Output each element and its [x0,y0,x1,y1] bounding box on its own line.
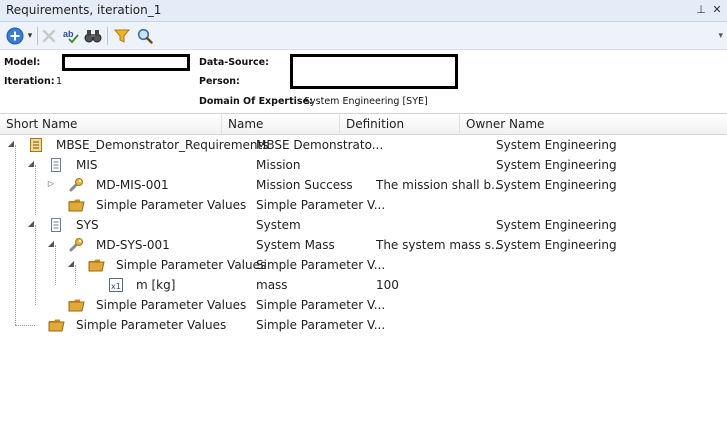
grid-header: Short Name Name Definition Owner Name [0,114,727,135]
datasource-person-value-redacted [290,54,458,89]
search-button[interactable] [135,26,155,46]
name-cell: Simple Parameter V... [256,298,386,312]
short-name-cell: m [kg] [136,278,176,292]
name-cell: MBSE Demonstrato... [256,138,384,152]
model-value-redacted [62,54,190,71]
table-row[interactable]: ◢ MBSE_Demonstrator_Requirements MBSE De… [0,135,727,155]
person-label: Person: [199,76,240,87]
table-row[interactable]: ◢ Simple Parameter Values Simple Paramet… [0,255,727,275]
definition-cell: The system mass s... [376,238,503,252]
filter-button[interactable] [112,26,132,46]
iteration-label: Iteration: [4,76,55,87]
short-name-cell: MD-SYS-001 [96,238,170,252]
table-row[interactable]: ◢ MD-SYS-001 System Mass The system mass… [0,235,727,255]
definition-cell: The mission shall b... [376,178,503,192]
expand-toggle-icon[interactable]: ◢ [26,159,36,169]
list-icon [48,157,66,173]
column-header-owner-name[interactable]: Owner Name [460,114,727,135]
add-dropdown-chevron-down-icon[interactable]: ▾ [25,26,35,46]
name-cell: Mission [256,158,301,172]
requirements-tree-grid: Short Name Name Definition Owner Name ◢ … [0,113,727,434]
short-name-cell: MD-MIS-001 [96,178,169,192]
delete-button[interactable] [40,26,58,46]
folder-icon [88,257,106,273]
folder-icon [48,317,66,333]
expand-toggle-icon[interactable]: ◢ [46,239,56,249]
toolbar: ▾ ab ▾ [0,22,727,50]
parameter-icon: x1 [108,277,126,293]
spellcheck-icon: ab [63,29,79,44]
collapse-toggle-icon[interactable]: ▷ [46,179,56,189]
svg-text:ab: ab [63,29,74,39]
wrench-icon [68,177,86,193]
expand-toggle-icon[interactable]: ◢ [26,219,36,229]
column-header-definition[interactable]: Definition [340,114,460,135]
filter-funnel-icon [114,29,130,43]
expand-toggle-icon[interactable]: ◢ [66,259,76,269]
name-cell: mass [256,278,288,292]
name-cell: System [256,218,301,232]
binoculars-icon [84,30,102,43]
table-row[interactable]: Simple Parameter Values Simple Parameter… [0,295,727,315]
toolbar-separator [107,27,108,45]
toolbar-overflow-chevron-down-icon[interactable]: ▾ [718,31,723,41]
table-row[interactable]: Simple Parameter Values Simple Parameter… [0,315,727,335]
model-label: Model: [4,57,41,68]
magnifier-icon [137,28,153,44]
document-icon [28,137,46,153]
table-row[interactable]: ▷ MD-MIS-001 Mission Success The mission… [0,175,727,195]
domain-label: Domain Of Expertise: [199,96,313,107]
svg-text:x1: x1 [111,282,121,291]
add-circle-icon [6,27,24,45]
find-button[interactable] [83,26,103,46]
add-button[interactable] [5,26,25,46]
short-name-cell: Simple Parameter Values [76,318,227,332]
domain-value: System Engineering [SYE] [304,96,428,107]
name-cell: System Mass [256,238,335,252]
column-header-name[interactable]: Name [222,114,340,135]
folder-icon [68,197,86,213]
spellcheck-button[interactable]: ab [61,26,81,46]
window-titlebar: Requirements, iteration_1 ⊥ ✕ [0,0,727,22]
owner-cell: System Engineering [496,218,617,232]
definition-cell: 100 [376,278,399,292]
table-row[interactable]: ◢ SYS System System Engineering [0,215,727,235]
owner-cell: System Engineering [496,238,617,252]
short-name-cell: SYS [76,218,99,232]
table-row[interactable]: x1 m [kg] mass 100 [0,275,727,295]
window-title: Requirements, iteration_1 [6,3,162,17]
datasource-label: Data-Source: [199,57,269,68]
name-cell: Simple Parameter V... [256,318,386,332]
pin-icon[interactable]: ⊥ [694,3,708,17]
owner-cell: System Engineering [496,138,617,152]
iteration-value: 1 [56,76,63,87]
short-name-cell: Simple Parameter Values [96,298,247,312]
wrench-icon [68,237,86,253]
name-cell: Mission Success [256,178,353,192]
list-icon [48,217,66,233]
name-cell: Simple Parameter V... [256,258,386,272]
close-icon[interactable]: ✕ [710,3,724,17]
short-name-cell: MBSE_Demonstrator_Requirements [56,138,269,152]
folder-icon [68,297,86,313]
column-header-short-name[interactable]: Short Name [0,114,222,135]
iteration-info-panel: Model: Iteration: 1 Data-Source: Person:… [0,51,727,113]
short-name-cell: Simple Parameter Values [96,198,247,212]
table-row[interactable]: Simple Parameter Values Simple Parameter… [0,195,727,215]
short-name-cell: MIS [76,158,98,172]
owner-cell: System Engineering [496,158,617,172]
short-name-cell: Simple Parameter Values [116,258,267,272]
owner-cell: System Engineering [496,178,617,192]
expand-toggle-icon[interactable]: ◢ [6,139,16,149]
name-cell: Simple Parameter V... [256,198,386,212]
table-row[interactable]: ◢ MIS Mission System Engineering [0,155,727,175]
toolbar-separator [37,27,38,45]
delete-x-icon [42,29,56,43]
